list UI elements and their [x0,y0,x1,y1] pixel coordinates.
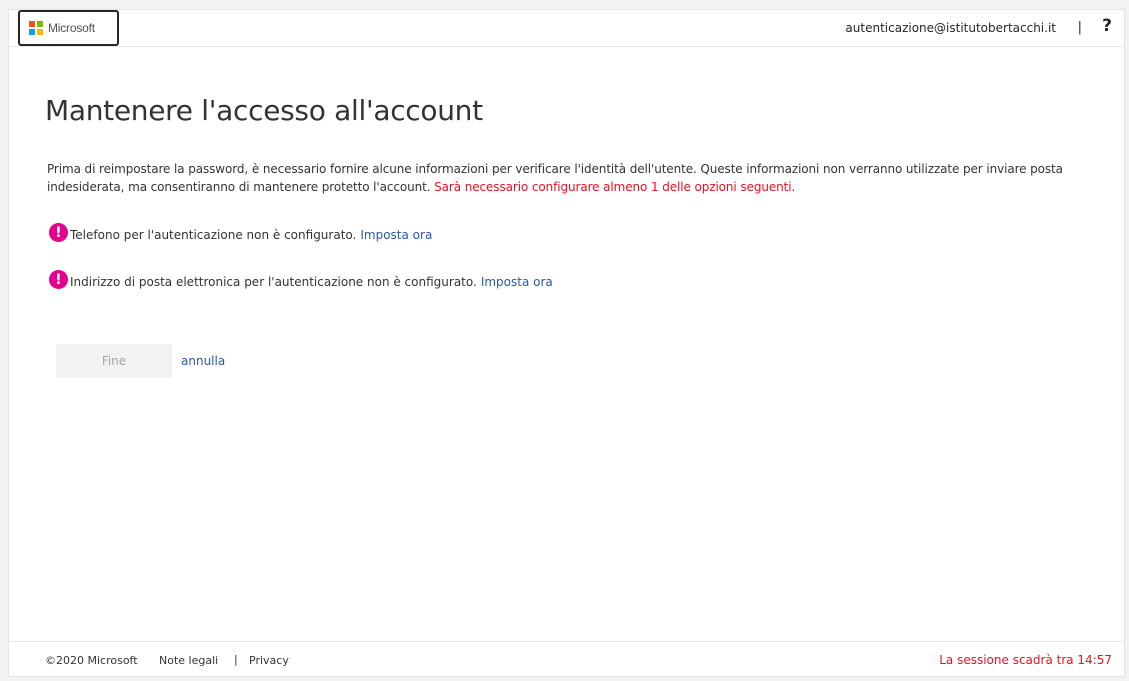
intro-warning: Sarà necessario configurare almeno 1 del… [434,180,796,194]
alert-icon: ! [49,223,68,242]
logo-text: Microsoft [48,21,95,35]
account-email: autenticazione@istitutobertacchi.it [845,21,1056,35]
cancel-link[interactable]: annulla [181,354,225,368]
setup-email-link[interactable]: Imposta ora [481,275,553,289]
alert-icon: ! [49,270,68,289]
footer-separator: | [234,653,238,666]
top-bar: Microsoft autenticazione@istitutobertacc… [9,10,1124,47]
header-separator: | [1077,20,1082,35]
phone-status-text: Telefono per l'autenticazione non è conf… [70,227,357,242]
email-status-row: ! Indirizzo di posta elettronica per l'a… [49,270,553,289]
privacy-link[interactable]: Privacy [249,654,289,667]
microsoft-squares-icon [29,21,43,35]
legal-link[interactable]: Note legali [159,654,218,667]
finish-button[interactable]: Fine [56,344,172,378]
page-frame: Microsoft autenticazione@istitutobertacc… [8,9,1125,677]
help-icon[interactable]: ? [1102,16,1112,36]
copyright: ©2020 Microsoft [45,654,138,667]
intro-text: Prima di reimpostare la password, è nece… [47,160,1097,196]
microsoft-logo[interactable]: Microsoft [18,10,119,46]
email-status-text: Indirizzo di posta elettronica per l'aut… [70,274,477,289]
session-timer: La sessione scadrà tra 14:57 [939,653,1112,667]
page-title: Mantenere l'accesso all'account [45,94,483,127]
setup-phone-link[interactable]: Imposta ora [360,228,432,242]
phone-status-row: ! Telefono per l'autenticazione non è co… [49,223,432,242]
footer: ©2020 Microsoft Note legali | Privacy La… [9,641,1124,676]
